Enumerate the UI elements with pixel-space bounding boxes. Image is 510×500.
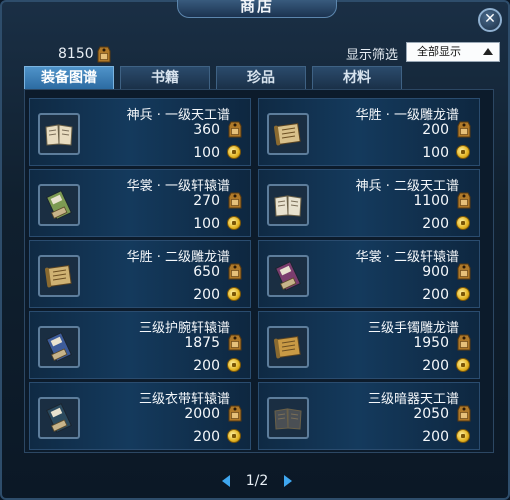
- token-tag-icon: [457, 191, 471, 213]
- tab-equipment-patterns[interactable]: 装备图谱: [24, 66, 114, 89]
- tab-treasures[interactable]: 珍品: [216, 66, 306, 89]
- shop-item-card[interactable]: 华胜 · 二级雕龙谱 650 200: [29, 240, 251, 308]
- shop-item-card[interactable]: 三级护腕轩辕谱 1875 200: [29, 311, 251, 379]
- item-token-price: 900: [422, 264, 449, 280]
- item-coin-price: 200: [193, 287, 220, 303]
- item-coin-price: 200: [422, 216, 449, 232]
- token-tag-icon: [457, 120, 471, 142]
- item-token-price: 360: [193, 122, 220, 138]
- item-name: 华胜 · 一级雕龙谱: [355, 108, 459, 123]
- currency-display: 8150: [58, 45, 111, 63]
- shop-item-card[interactable]: 华胜 · 一级雕龙谱 200 100: [258, 98, 480, 166]
- shop-item-card[interactable]: 神兵 · 一级天工谱 360 100: [29, 98, 251, 166]
- token-tag-icon: [457, 404, 471, 426]
- blue-book-icon[interactable]: [38, 326, 80, 368]
- token-tag-icon: [457, 262, 471, 284]
- gold-coin-icon: [227, 216, 241, 230]
- gold-coin-icon: [456, 145, 470, 159]
- dark-book-icon[interactable]: [38, 397, 80, 439]
- item-name: 三级护腕轩辕谱: [138, 321, 230, 336]
- next-page-arrow-icon[interactable]: [284, 475, 293, 487]
- close-button[interactable]: ✕: [478, 8, 502, 32]
- item-name: 神兵 · 二级天工谱: [355, 179, 459, 194]
- item-token-price: 650: [193, 264, 220, 280]
- dark-open-book-icon[interactable]: [267, 397, 309, 439]
- token-tag-icon: [97, 45, 111, 63]
- item-token-price: 1100: [413, 193, 449, 209]
- green-book-icon[interactable]: [38, 184, 80, 226]
- item-name: 华裳 · 二级轩辕谱: [355, 250, 459, 265]
- shop-item-card[interactable]: 三级衣带轩辕谱 2000 200: [29, 382, 251, 450]
- gold-coin-icon: [227, 287, 241, 301]
- item-coin-price: 200: [193, 429, 220, 445]
- item-coin-price: 200: [422, 358, 449, 374]
- token-tag-icon: [457, 333, 471, 355]
- gold-coin-icon: [227, 145, 241, 159]
- item-token-price: 2000: [184, 406, 220, 422]
- shop-item-card[interactable]: 华裳 · 一级轩辕谱 270 100: [29, 169, 251, 237]
- filter-label: 显示筛选: [346, 48, 399, 63]
- token-tag-icon: [228, 404, 242, 426]
- item-name: 三级暗器天工谱: [367, 392, 459, 407]
- item-name: 神兵 · 一级天工谱: [126, 108, 230, 123]
- item-coin-price: 100: [193, 145, 220, 161]
- gold-coin-icon: [456, 216, 470, 230]
- item-coin-price: 100: [422, 145, 449, 161]
- prev-page-arrow-icon[interactable]: [221, 475, 230, 487]
- item-coin-price: 200: [422, 429, 449, 445]
- page-indicator: 1/2: [245, 473, 269, 489]
- tab-materials[interactable]: 材料: [312, 66, 402, 89]
- shop-item-card[interactable]: 三级手镯雕龙谱 1950 200: [258, 311, 480, 379]
- gold-coin-icon: [456, 358, 470, 372]
- item-name: 华胜 · 二级雕龙谱: [126, 250, 230, 265]
- token-tag-icon: [228, 120, 242, 142]
- map-scroll-icon[interactable]: [38, 255, 80, 297]
- item-coin-price: 100: [193, 216, 220, 232]
- purple-book-icon[interactable]: [267, 255, 309, 297]
- item-name: 三级手镯雕龙谱: [367, 321, 459, 336]
- open-book-icon[interactable]: [267, 184, 309, 226]
- token-tag-icon: [228, 333, 242, 355]
- filter-dropdown[interactable]: 全部显示: [406, 42, 500, 62]
- filter-selected-value: 全部显示: [417, 45, 461, 58]
- item-coin-price: 200: [422, 287, 449, 303]
- pager: 1/2: [2, 470, 510, 492]
- open-book-icon[interactable]: [38, 113, 80, 155]
- shop-item-card[interactable]: 神兵 · 二级天工谱 1100 200: [258, 169, 480, 237]
- gold-coin-icon: [456, 287, 470, 301]
- shop-item-card[interactable]: 三级暗器天工谱 2050 200: [258, 382, 480, 450]
- item-token-price: 1875: [184, 335, 220, 351]
- tab-books[interactable]: 书籍: [120, 66, 210, 89]
- category-tabs: 装备图谱 书籍 珍品 材料: [24, 66, 402, 90]
- token-tag-icon: [228, 191, 242, 213]
- token-tag-icon: [228, 262, 242, 284]
- shop-window: 商店 ✕ 8150 显示筛选 全部显示 装备图谱 书籍 珍品 材料 神兵 · 一…: [0, 0, 510, 500]
- gold-coin-icon: [227, 429, 241, 443]
- item-coin-price: 200: [193, 358, 220, 374]
- item-name: 三级衣带轩辕谱: [138, 392, 230, 407]
- item-grid: 神兵 · 一级天工谱 360 100 华胜 · 一级雕龙谱 200 100 华裳 · 一级轩…: [29, 98, 491, 450]
- scroll-icon[interactable]: [267, 326, 309, 368]
- item-token-price: 270: [193, 193, 220, 209]
- item-token-price: 2050: [413, 406, 449, 422]
- dropdown-arrow-icon: [483, 48, 493, 55]
- gold-coin-icon: [456, 429, 470, 443]
- item-token-price: 200: [422, 122, 449, 138]
- currency-amount: 8150: [58, 46, 94, 62]
- window-title: 商店: [177, 0, 337, 18]
- gold-coin-icon: [227, 358, 241, 372]
- item-name: 华裳 · 一级轩辕谱: [126, 179, 230, 194]
- shop-item-card[interactable]: 华裳 · 二级轩辕谱 900 200: [258, 240, 480, 308]
- item-token-price: 1950: [413, 335, 449, 351]
- scroll-icon[interactable]: [267, 113, 309, 155]
